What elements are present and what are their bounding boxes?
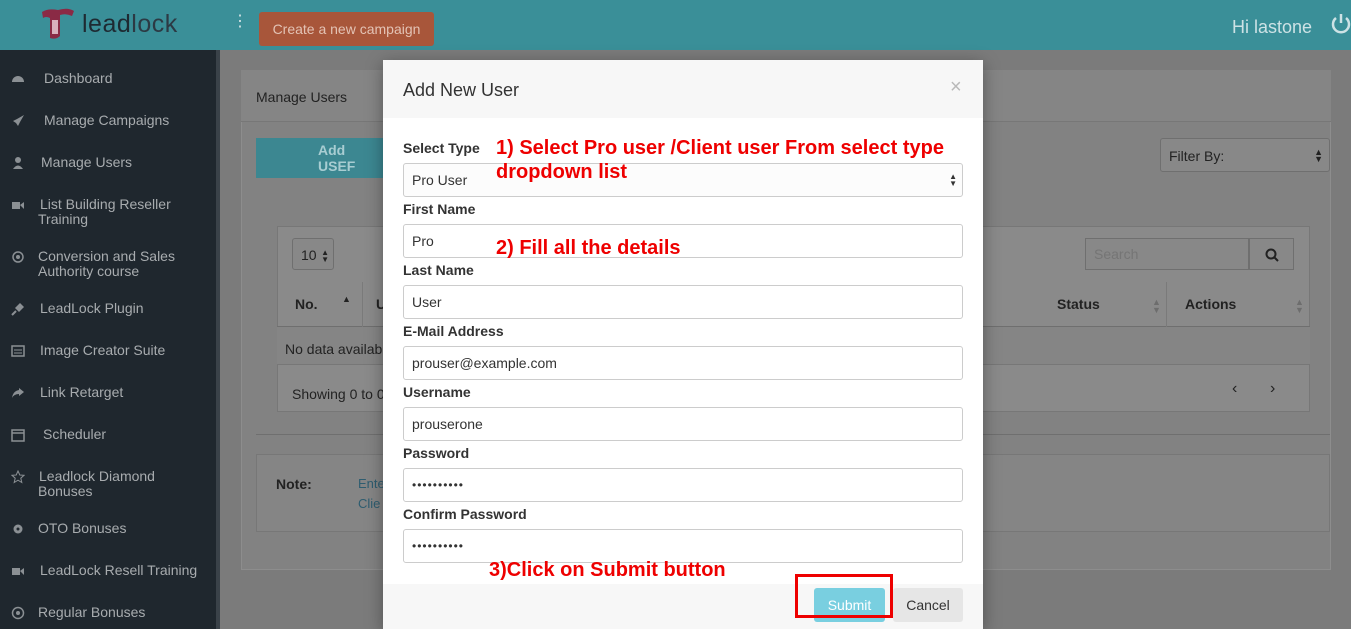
select-arrows-icon: ▲ ▼ [949,172,957,188]
search-icon [1265,248,1279,262]
page-length-value: 10 [301,247,317,263]
first-name-field[interactable]: Pro [403,224,963,258]
filter-select-value: Filter By: [1169,148,1225,164]
target-icon [12,251,24,263]
sidebar-item-label: Dashboard [44,70,113,86]
power-icon[interactable] [1330,12,1351,34]
confirm-password-label: Confirm Password [403,506,527,522]
sidebar-item-label-line2: Bonuses [38,483,93,499]
select-arrows-icon: ▲ ▼ [321,248,329,264]
no-data-message: No data availab [285,341,383,357]
note-link[interactable]: Ente [358,476,385,491]
rocket-icon [13,115,24,126]
dashboard-icon [12,76,24,82]
password-field[interactable]: •••••••••• [403,468,963,502]
previous-page-button[interactable]: ‹ [1232,380,1237,398]
video-icon [12,568,24,575]
sidebar-item-label-line2: Training [38,211,89,227]
plug-icon [11,303,24,316]
sidebar-item-label-line2: Authority course [38,263,140,279]
select-type-value: Pro User [412,172,468,188]
username-field[interactable]: prouserone [403,407,963,441]
select-type-label: Select Type [403,140,480,156]
sidebar-item-label: LeadLock Resell Training [40,562,198,578]
sidebar-item-label: Manage Users [41,154,133,170]
search-input[interactable] [1085,238,1249,270]
top-bar [0,0,1351,50]
sort-icon[interactable]: ▲ ▼ [1152,298,1161,315]
logo-text-light: lock [131,9,178,38]
search-button[interactable] [1249,238,1294,270]
first-name-label: First Name [403,201,476,217]
lock-logo-icon [42,8,74,39]
email-field[interactable]: prouser@example.com [403,346,963,380]
column-divider [1166,282,1167,327]
create-campaign-button[interactable]: Create a new campaign [259,12,434,46]
note-link[interactable]: Clie [358,496,380,511]
sidebar-item-label: Image Creator Suite [40,342,166,358]
page-title: Manage Users [256,89,348,105]
add-user-button[interactable]: Add USEF [256,138,386,178]
sidebar-item-label: Manage Campaigns [44,112,170,128]
image-icon [11,345,25,357]
annotation-step-2: 2) Fill all the details [496,237,681,259]
annotation-step-1: 1) Select Pro user /Client user From sel… [496,136,944,184]
sidebar-item-label: LeadLock Plugin [40,300,144,316]
annotation-step-3: 3)Click on Submit button [489,559,726,581]
annotation-step-1-line2: dropdown list [496,161,628,183]
last-name-label: Last Name [403,262,474,278]
next-page-button[interactable]: › [1270,380,1275,398]
user-greeting[interactable]: Hi lastone [1232,17,1312,38]
page-length-select[interactable]: 10 ▲ ▼ [292,238,334,270]
sidebar-item-label: Link Retarget [40,384,124,400]
cancel-button[interactable]: Cancel [893,588,963,622]
user-icon [13,157,23,169]
column-header-actions[interactable]: Actions [1185,296,1236,312]
calendar-icon [11,429,25,442]
sidebar [0,50,220,629]
sidebar-item-label: Scheduler [43,426,107,442]
email-label: E-Mail Address [403,323,504,339]
table-info: Showing 0 to 0 [292,386,385,402]
logo-text-bold: lead [82,9,132,38]
note-label: Note: [276,476,312,492]
sort-icon[interactable]: ▲ ▼ [1295,298,1304,315]
gear-icon [13,524,23,534]
sort-asc-icon[interactable]: ▲ [342,295,351,304]
logo[interactable]: leadlock [38,6,178,42]
submit-highlight-box [795,574,893,618]
filter-select[interactable]: Filter By: ▲ ▼ [1160,138,1330,172]
column-header-no[interactable]: No. [295,296,318,312]
last-name-field[interactable]: User [403,285,963,319]
sidebar-item-label: List Building Reseller [40,196,171,212]
close-icon[interactable]: × [950,77,962,97]
modal-title: Add New User [403,80,520,100]
password-label: Password [403,445,470,461]
video-icon [12,202,24,209]
vertical-ellipsis-icon[interactable]: ⋮ [232,14,248,30]
username-label: Username [403,384,471,400]
column-header-status[interactable]: Status [1057,296,1100,312]
sidebar-item-label: Regular Bonuses [38,604,146,620]
sidebar-item-label: OTO Bonuses [38,520,127,536]
star-icon [11,470,25,484]
select-arrows-icon: ▲ ▼ [1314,147,1323,164]
annotation-step-1-line1: 1) Select Pro user /Client user From sel… [496,137,944,159]
sidebar-item-label: Conversion and Sales [38,248,175,264]
share-icon [12,388,24,398]
globe-icon [11,606,25,620]
sidebar-item-label: Leadlock Diamond [39,468,155,484]
column-divider [362,282,363,327]
